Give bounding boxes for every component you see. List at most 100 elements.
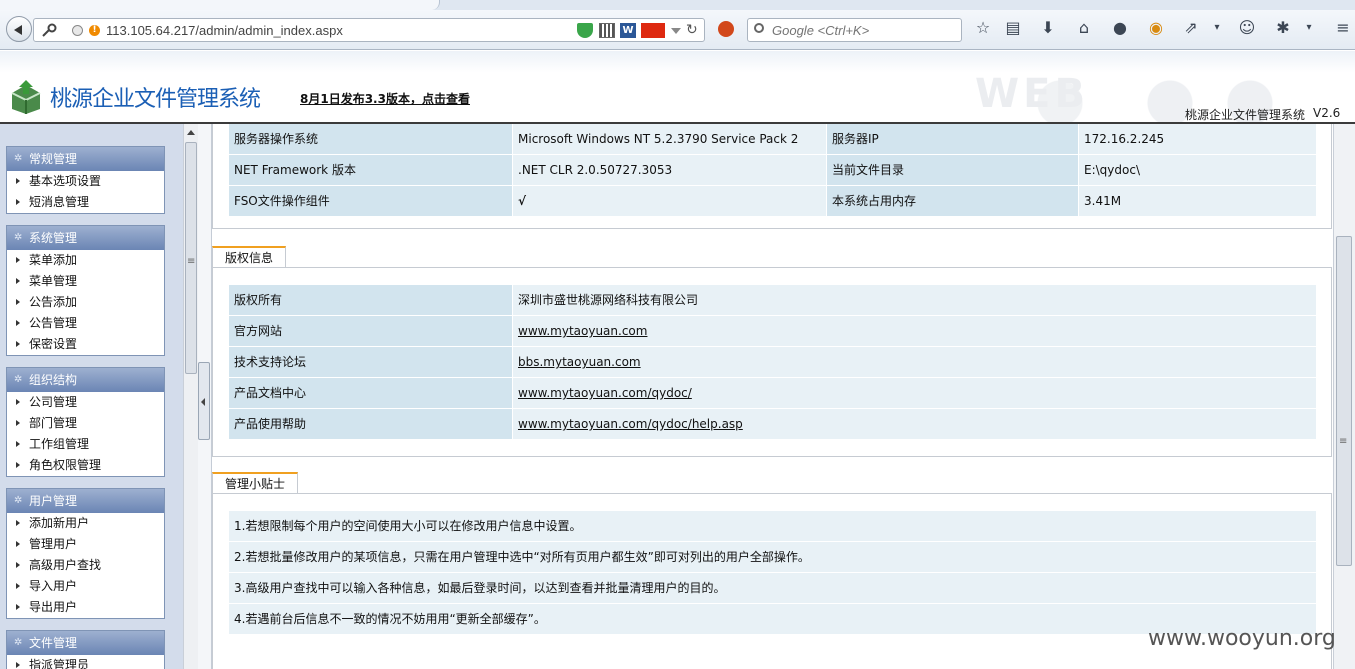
table-row: 版权所有 深圳市盛世桃源网络科技有限公司 <box>229 285 1316 315</box>
app-title: 桃源企业文件管理系统 <box>50 87 261 112</box>
version-label: V2.6 <box>1313 106 1341 120</box>
server-info-panel: 服务器操作系统 Microsoft Windows NT 5.2.3790 Se… <box>212 124 1332 229</box>
sidebar-item-basic-settings[interactable]: 基本选项设置 <box>7 171 164 192</box>
logo-icon <box>11 80 41 114</box>
header-decoration-text: WEB <box>975 71 1089 117</box>
docs-link[interactable]: www.mytaoyuan.com/qydoc/ <box>518 386 692 400</box>
url-dropdown-icon[interactable] <box>671 28 681 34</box>
server-info-label: 服务器IP <box>827 124 1078 154</box>
sidebar-item-advanced-search[interactable]: 高级用户查找 <box>7 555 164 576</box>
star-icon[interactable]: ☆ <box>974 19 992 37</box>
page-header: WEB 桃源企业文件管理系统 8月1日发布3.3版本，点击查看 桃源企业文件管理… <box>0 51 1355 127</box>
menu-group-users: 用户管理 添加新用户 管理用户 高级用户查找 导入用户 导出用户 <box>6 488 165 619</box>
server-info-label: 当前文件目录 <box>827 155 1078 185</box>
browser-tab[interactable] <box>0 0 440 10</box>
collapse-arrow-icon[interactable] <box>201 398 205 406</box>
browser-navigation-bar: ! 113.105.64.217/admin/admin_index.aspx … <box>0 10 1355 50</box>
server-info-label: 本系统占用内存 <box>827 186 1078 216</box>
sidebar-item-import-users[interactable]: 导入用户 <box>7 576 164 597</box>
copyright-value: 深圳市盛世桃源网络科技有限公司 <box>513 285 1316 315</box>
menu-group-system: 系统管理 菜单添加 菜单管理 公告添加 公告管理 保密设置 <box>6 225 165 356</box>
menu-group-title[interactable]: 常规管理 <box>7 147 164 171</box>
sidebar-item-department[interactable]: 部门管理 <box>7 413 164 434</box>
official-site-link[interactable]: www.mytaoyuan.com <box>518 324 647 338</box>
qr-code-icon[interactable] <box>599 23 615 38</box>
menu-group-title[interactable]: 系统管理 <box>7 226 164 250</box>
server-info-value: E:\qydoc\ <box>1079 155 1316 185</box>
grip-icon: ≡ <box>187 256 196 267</box>
system-name: 桃源企业文件管理系统 <box>1185 108 1306 122</box>
sidebar-item-notice-add[interactable]: 公告添加 <box>7 292 164 313</box>
menu-group-title[interactable]: 文件管理 <box>7 631 164 655</box>
main-scrollbar[interactable]: ≡ <box>1333 124 1355 669</box>
sidebar-item-manage-users[interactable]: 管理用户 <box>7 534 164 555</box>
release-notice-link[interactable]: 8月1日发布3.3版本，点击查看 <box>300 90 470 107</box>
forum-link[interactable]: bbs.mytaoyuan.com <box>518 355 641 369</box>
sidebar-item-workgroup[interactable]: 工作组管理 <box>7 434 164 455</box>
share-dropdown-icon[interactable]: ▾ <box>1208 19 1226 37</box>
sidebar-item-export-users[interactable]: 导出用户 <box>7 597 164 618</box>
table-row: 产品文档中心 www.mytaoyuan.com/qydoc/ <box>229 378 1316 408</box>
reload-icon[interactable]: ↻ <box>686 22 698 38</box>
server-info-label: 服务器操作系统 <box>229 124 512 154</box>
tip-item: 3.高级用户查找中可以输入各种信息，如最后登录时间，以达到查看并批量清理用户的目… <box>229 573 1316 603</box>
watermark: www.wooyun.org <box>1148 626 1336 651</box>
copyright-value: www.mytaoyuan.com/qydoc/ <box>513 378 1316 408</box>
sidebar: 常规管理 基本选项设置 短消息管理 系统管理 菜单添加 菜单管理 公告添加 公告… <box>0 124 183 669</box>
copyright-value: bbs.mytaoyuan.com <box>513 347 1316 377</box>
chat-icon[interactable]: ☺ <box>1238 19 1256 37</box>
copyright-label: 技术支持论坛 <box>229 347 512 377</box>
menu-group-title[interactable]: 用户管理 <box>7 489 164 513</box>
block-icon[interactable] <box>718 21 734 37</box>
addon-icon[interactable]: ◉ <box>1147 19 1165 37</box>
copyright-label: 产品使用帮助 <box>229 409 512 439</box>
menu-group-title[interactable]: 组织结构 <box>7 368 164 392</box>
home-icon[interactable]: ⌂ <box>1075 19 1093 37</box>
search-bar[interactable] <box>747 18 962 42</box>
tip-item: 1.若想限制每个用户的空间使用大小可以在修改用户信息中设置。 <box>229 511 1316 541</box>
sidebar-item-assign-admin[interactable]: 指派管理员 <box>7 655 164 669</box>
sidebar-item-add-user[interactable]: 添加新用户 <box>7 513 164 534</box>
scroll-up-icon[interactable] <box>187 130 195 135</box>
warning-icon[interactable]: ! <box>89 25 100 36</box>
table-row: FSO文件操作组件 √ 本系统占用内存 3.41M <box>229 186 1316 216</box>
sidebar-item-company[interactable]: 公司管理 <box>7 392 164 413</box>
china-flag-icon[interactable] <box>641 23 665 38</box>
main-scroll-thumb[interactable] <box>1336 236 1352 566</box>
tab-tips[interactable]: 管理小贴士 <box>212 472 299 494</box>
download-icon[interactable]: ⬇ <box>1039 19 1057 37</box>
tab-copyright[interactable]: 版权信息 <box>212 246 287 268</box>
server-info-label: NET Framework 版本 <box>229 155 512 185</box>
sidebar-item-role-permission[interactable]: 角色权限管理 <box>7 455 164 476</box>
key-icon[interactable] <box>41 23 57 37</box>
help-link[interactable]: www.mytaoyuan.com/qydoc/help.asp <box>518 417 743 431</box>
shield-icon[interactable] <box>577 23 593 38</box>
account-icon[interactable]: ● <box>1111 19 1129 37</box>
sidebar-item-privacy[interactable]: 保密设置 <box>7 334 164 355</box>
search-input[interactable] <box>772 22 952 38</box>
share-icon[interactable]: ⇗ <box>1182 19 1200 37</box>
table-row: NET Framework 版本 .NET CLR 2.0.50727.3053… <box>229 155 1316 185</box>
server-info-label: FSO文件操作组件 <box>229 186 512 216</box>
sidebar-item-messages[interactable]: 短消息管理 <box>7 192 164 213</box>
frame-splitter[interactable] <box>198 124 212 669</box>
address-bar[interactable]: ! 113.105.64.217/admin/admin_index.aspx … <box>33 18 705 42</box>
sidebar-item-menu-add[interactable]: 菜单添加 <box>7 250 164 271</box>
globe-icon <box>72 25 83 36</box>
table-row: 产品使用帮助 www.mytaoyuan.com/qydoc/help.asp <box>229 409 1316 439</box>
sidebar-item-notice-manage[interactable]: 公告管理 <box>7 313 164 334</box>
copyright-value: www.mytaoyuan.com/qydoc/help.asp <box>513 409 1316 439</box>
word-icon[interactable]: W <box>620 23 636 38</box>
copyright-panel: 版权所有 深圳市盛世桃源网络科技有限公司 官方网站 www.mytaoyuan.… <box>212 267 1332 457</box>
url-text[interactable]: 113.105.64.217/admin/admin_index.aspx <box>106 23 343 38</box>
back-button[interactable] <box>6 16 32 42</box>
sidebar-scrollbar[interactable]: ≡ <box>183 124 198 669</box>
menu-icon[interactable]: ≡ <box>1334 19 1352 37</box>
table-row: 官方网站 www.mytaoyuan.com <box>229 316 1316 346</box>
bug-icon[interactable]: ✱ <box>1274 19 1292 37</box>
sidebar-item-menu-manage[interactable]: 菜单管理 <box>7 271 164 292</box>
server-info-value: √ <box>513 186 826 216</box>
reading-list-icon[interactable]: ▤ <box>1004 19 1022 37</box>
search-icon <box>754 23 764 33</box>
bug-dropdown-icon[interactable]: ▾ <box>1300 19 1318 37</box>
